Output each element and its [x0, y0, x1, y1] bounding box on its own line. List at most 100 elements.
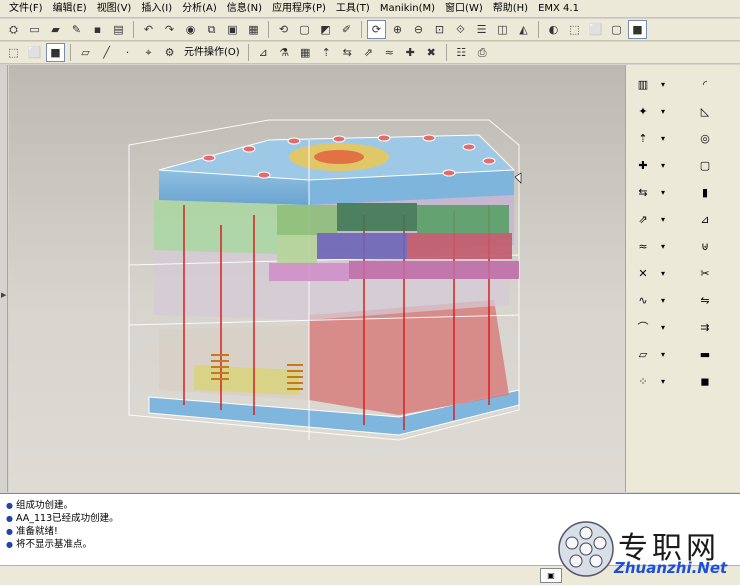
round-icon[interactable]: ◜ [696, 75, 714, 93]
expand-arrow-icon[interactable]: ▶ [1, 291, 6, 299]
save-icon[interactable]: ▪ [88, 20, 107, 39]
shell-icon[interactable]: ▢ [696, 156, 714, 174]
dropdown-arrow-icon[interactable]: ▾ [654, 345, 672, 363]
axis-icon[interactable]: ╱ [97, 43, 116, 62]
window-icon[interactable]: ▢ [295, 20, 314, 39]
shaded-box-icon[interactable]: ■ [46, 43, 65, 62]
orient-icon[interactable]: ⟐ [451, 20, 470, 39]
wireframe-box-icon[interactable]: ⬚ [4, 43, 23, 62]
component-ops-button[interactable]: 元件操作(O) [181, 44, 243, 62]
dropdown-arrow-icon[interactable]: ▾ [654, 291, 672, 309]
rib-icon[interactable]: ▮ [696, 183, 714, 201]
thicken-icon[interactable]: ▬ [696, 345, 714, 363]
repaint-icon[interactable]: ◩ [316, 20, 335, 39]
dropdown-arrow-icon[interactable]: ▾ [654, 129, 672, 147]
menu-item[interactable]: EMX 4.1 [533, 1, 584, 17]
refit-icon[interactable]: ⊡ [430, 20, 449, 39]
lifter-icon[interactable]: ⇗ [359, 43, 378, 62]
mold-base-icon[interactable]: ▥ [634, 75, 652, 93]
open-icon[interactable]: ▰ [46, 20, 65, 39]
shading-icon[interactable]: ◐ [544, 20, 563, 39]
sketch-view-icon[interactable]: ✐ [337, 20, 356, 39]
redo-icon[interactable]: ↷ [160, 20, 179, 39]
delete-icon[interactable]: ✖ [422, 43, 441, 62]
component-ops-icon[interactable]: ⚙ [160, 43, 179, 62]
dropdown-arrow-icon[interactable]: ▾ [654, 318, 672, 336]
mirror-icon[interactable]: ⇋ [696, 291, 714, 309]
menu-item[interactable]: 插入(I) [136, 1, 177, 17]
paste-special-icon[interactable]: ▦ [244, 20, 263, 39]
dropdown-arrow-icon[interactable]: ▾ [654, 237, 672, 255]
menu-item[interactable]: 应用程序(P) [267, 1, 331, 17]
datum-point-icon[interactable]: ✕ [634, 264, 652, 282]
hole-icon[interactable]: ◎ [696, 129, 714, 147]
dropdown-arrow-icon[interactable]: ▾ [654, 102, 672, 120]
analysis-icon[interactable]: ⚗ [275, 43, 294, 62]
csys-icon[interactable]: ⌖ [139, 43, 158, 62]
cooling-icon[interactable]: ≈ [634, 237, 652, 255]
dropdown-arrow-icon[interactable]: ▾ [654, 183, 672, 201]
spline-icon[interactable]: ⌒ [634, 318, 652, 336]
menu-item[interactable]: 信息(N) [222, 1, 267, 17]
menu-item[interactable]: 编辑(E) [48, 1, 92, 17]
color-icon[interactable]: ◉ [181, 20, 200, 39]
shaded-icon[interactable]: ■ [628, 20, 647, 39]
new-component-icon[interactable]: ✦ [634, 102, 652, 120]
copy-icon[interactable]: ⧉ [202, 20, 221, 39]
layers-icon[interactable]: ☰ [472, 20, 491, 39]
dropdown-arrow-icon[interactable]: ▾ [654, 156, 672, 174]
menu-item[interactable]: 文件(F) [4, 1, 48, 17]
paste-icon[interactable]: ▣ [223, 20, 242, 39]
drawing-icon[interactable]: ⎙ [473, 43, 492, 62]
draft-icon[interactable]: ⊿ [696, 210, 714, 228]
dropdown-arrow-icon[interactable]: ▾ [654, 75, 672, 93]
curve-icon[interactable]: ∿ [634, 291, 652, 309]
merge-icon[interactable]: ⊎ [696, 237, 714, 255]
menu-item[interactable]: 帮助(H) [488, 1, 533, 17]
new-icon[interactable]: ▭ [25, 20, 44, 39]
no-hidden-icon[interactable]: ▢ [607, 20, 626, 39]
wireframe-icon[interactable]: ⬚ [565, 20, 584, 39]
screw-icon[interactable]: ✚ [634, 156, 652, 174]
view-manager-icon[interactable]: ◫ [493, 20, 512, 39]
ejector-pin-icon[interactable]: ⇡ [634, 129, 652, 147]
print-icon[interactable]: ▤ [109, 20, 128, 39]
mold-assembly-3d[interactable] [9, 65, 625, 492]
left-collapse-strip[interactable]: ▶ [0, 65, 8, 492]
undo-icon[interactable]: ↶ [139, 20, 158, 39]
point-icon[interactable]: · [118, 43, 137, 62]
mold-icon[interactable]: ▦ [296, 43, 315, 62]
slider-icon[interactable]: ⇆ [338, 43, 357, 62]
zoom-out-icon[interactable]: ⊖ [409, 20, 428, 39]
plane-icon[interactable]: ▱ [76, 43, 95, 62]
offset-icon[interactable]: ⇉ [696, 318, 714, 336]
dropdown-arrow-icon[interactable]: ▾ [654, 372, 672, 390]
trim-icon[interactable]: ✂ [696, 264, 714, 282]
hidden-box-icon[interactable]: ⬜ [25, 43, 44, 62]
menu-item[interactable]: 分析(A) [177, 1, 222, 17]
assembly-icon[interactable]: ⛭ [4, 20, 23, 39]
menu-item[interactable]: Manikin(M) [375, 1, 440, 17]
model-viewport[interactable] [9, 65, 625, 492]
screw-icon[interactable]: ✚ [401, 43, 420, 62]
ejector-icon[interactable]: ⇡ [317, 43, 336, 62]
dropdown-arrow-icon[interactable]: ▾ [654, 210, 672, 228]
menu-item[interactable]: 窗口(W) [440, 1, 488, 17]
menu-item[interactable]: 视图(V) [92, 1, 137, 17]
spin-icon[interactable]: ⟳ [367, 20, 386, 39]
menu-item[interactable]: 工具(T) [331, 1, 375, 17]
pattern-icon[interactable]: ⁘ [634, 372, 652, 390]
slider-icon[interactable]: ⇆ [634, 183, 652, 201]
plane-icon[interactable]: ▱ [634, 345, 652, 363]
perspective-icon[interactable]: ◭ [514, 20, 533, 39]
bom-icon[interactable]: ☷ [452, 43, 471, 62]
regenerate-icon[interactable]: ⟲ [274, 20, 293, 39]
measure-icon[interactable]: ⊿ [254, 43, 273, 62]
brush-icon[interactable]: ✎ [67, 20, 86, 39]
chamfer-icon[interactable]: ◺ [696, 102, 714, 120]
hidden-icon[interactable]: ⬜ [586, 20, 605, 39]
solidify-icon[interactable]: ◼ [696, 372, 714, 390]
dropdown-arrow-icon[interactable]: ▾ [654, 264, 672, 282]
cooling-icon[interactable]: ≈ [380, 43, 399, 62]
lifter-icon[interactable]: ⇗ [634, 210, 652, 228]
